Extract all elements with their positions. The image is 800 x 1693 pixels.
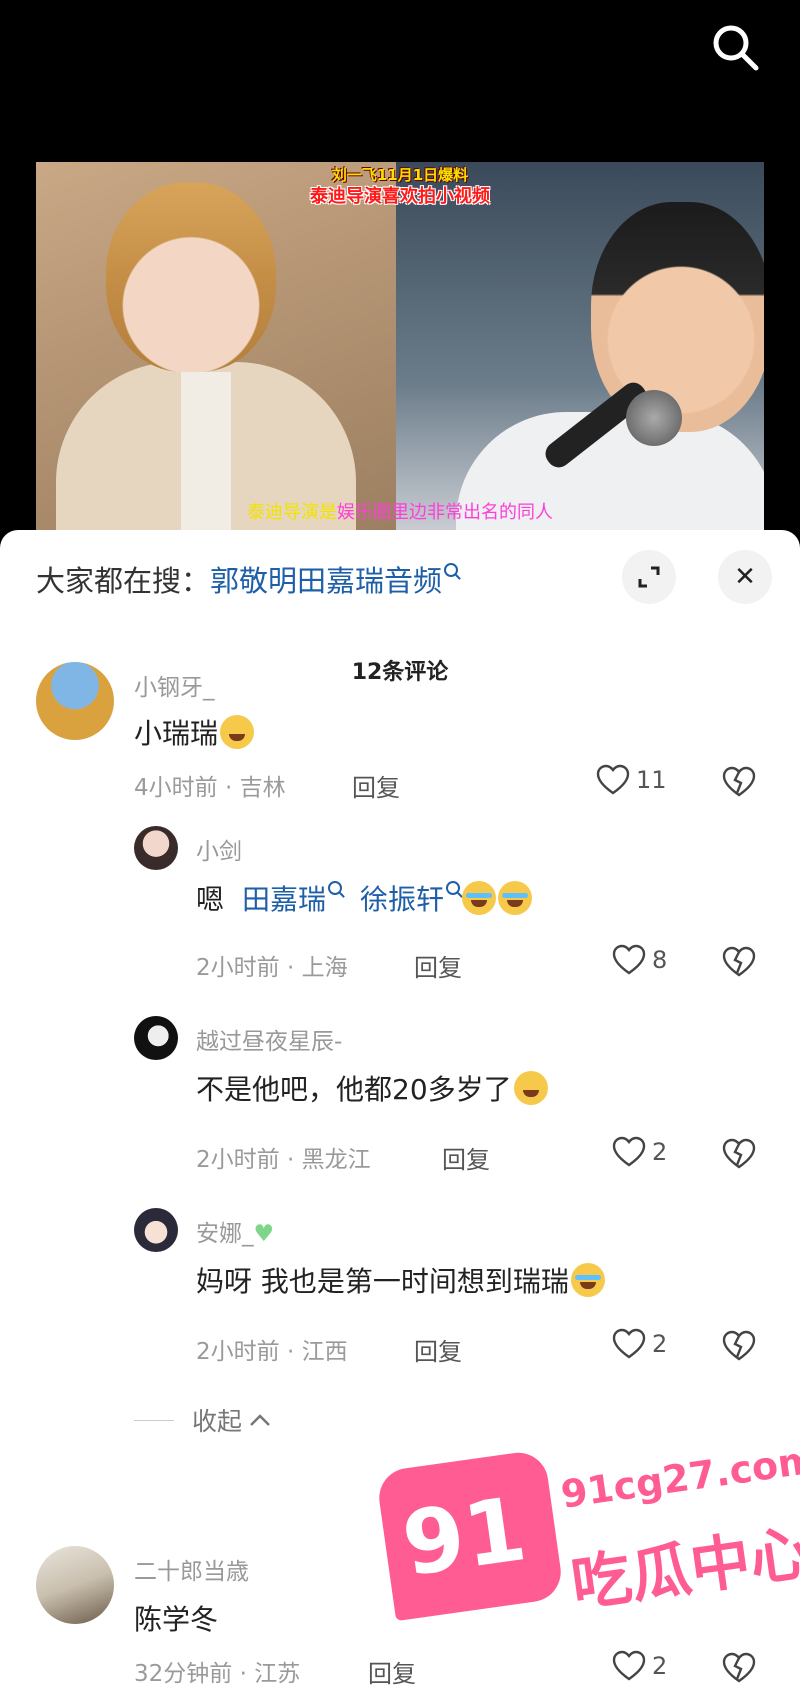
comment-username[interactable]: 小钢牙_ <box>134 668 215 702</box>
comment-meta: 2小时前 · 江西 <box>196 1339 348 1365</box>
avatar[interactable] <box>134 1208 178 1252</box>
like-count: 8 <box>652 946 668 974</box>
video-player[interactable]: 刘一飞11月1日爆料 泰迪导演喜欢拍小视频 泰迪导演是娱乐圈里边非常出名的同人 <box>36 162 764 530</box>
heart-icon <box>596 764 630 795</box>
video-right-person <box>396 162 764 530</box>
dislike-button[interactable] <box>722 766 756 802</box>
watermark-number: 91 <box>396 1476 533 1597</box>
dislike-button[interactable] <box>722 1330 756 1366</box>
broken-heart-icon <box>722 766 756 797</box>
like-button[interactable]: 2 <box>612 1136 667 1168</box>
divider <box>134 1419 174 1421</box>
expand-button[interactable] <box>622 550 676 604</box>
close-button[interactable]: ✕ <box>718 550 772 604</box>
broken-heart-icon <box>722 1330 756 1361</box>
mention-link[interactable]: 徐振轩 <box>360 883 444 916</box>
search-small-icon <box>328 881 343 895</box>
heart-icon <box>612 1328 646 1359</box>
watermark-logo: 91 91cg27.com 吃瓜中心 <box>375 1400 800 1680</box>
video-left-person <box>36 162 396 530</box>
comment-username[interactable]: 越过昼夜星辰- <box>196 1022 342 1056</box>
avatar[interactable] <box>36 662 114 740</box>
mention-link[interactable]: 田嘉瑞 <box>242 883 326 916</box>
avatar[interactable] <box>134 1016 178 1060</box>
search-icon[interactable] <box>710 22 762 74</box>
video-caption-title: 泰迪导演喜欢拍小视频 <box>310 186 490 207</box>
search-small-icon <box>444 563 459 577</box>
reply-button[interactable]: 回复 <box>352 768 400 803</box>
like-count: 11 <box>636 766 667 794</box>
trending-search-label: 大家都在搜： <box>36 564 211 598</box>
watermark-url: 91cg27.com <box>558 1437 800 1517</box>
chevron-up-icon <box>250 1414 270 1426</box>
comment-count: 12条评论 <box>351 660 449 685</box>
reply-button[interactable]: 回复 <box>414 1332 462 1367</box>
green-heart-icon: ♥ <box>253 1221 275 1247</box>
heart-icon <box>612 1136 646 1167</box>
reply-button[interactable]: 回复 <box>414 948 462 983</box>
reply-button[interactable]: 回复 <box>442 1140 490 1175</box>
video-subtitle: 泰迪导演是娱乐圈里边非常出名的同人 <box>247 502 553 523</box>
watermark-name: 吃瓜中心 <box>567 1517 800 1621</box>
like-button[interactable]: 2 <box>612 1328 667 1360</box>
top-bar <box>0 0 800 160</box>
comment-text: 嗯田嘉瑞 徐振轩 <box>196 878 533 918</box>
trending-search-keyword[interactable]: 郭敬明田嘉瑞音频 <box>210 564 442 598</box>
comment-username[interactable]: 二十郎当歳 <box>134 1552 249 1586</box>
comment-text: 小瑞瑞 <box>134 712 255 752</box>
comment-meta: 4小时前 · 吉林 <box>134 775 286 801</box>
broken-heart-icon <box>722 1138 756 1169</box>
broken-heart-icon <box>722 946 756 977</box>
close-icon: ✕ <box>734 562 756 592</box>
comment-meta: 2小时前 · 黑龙江 <box>196 1147 371 1173</box>
crying-laughing-emoji-icon <box>498 881 533 915</box>
surprised-emoji-icon <box>513 1071 548 1105</box>
comment-meta: 32分钟前 · 江苏 <box>134 1661 301 1687</box>
collapse-replies-button[interactable]: 收起 <box>134 1402 272 1438</box>
crying-laughing-emoji-icon <box>462 881 497 915</box>
laughing-emoji-icon <box>220 715 255 749</box>
comment-text: 妈呀 我也是第一时间想到瑞瑞 <box>196 1260 605 1300</box>
search-small-icon <box>446 881 461 895</box>
like-button[interactable]: 8 <box>612 944 667 976</box>
crying-emoji-icon <box>570 1263 605 1297</box>
trending-search[interactable]: 大家都在搜：郭敬明田嘉瑞音频 <box>36 558 459 600</box>
like-count: 2 <box>652 1330 668 1358</box>
comment-meta: 2小时前 · 上海 <box>196 955 348 981</box>
avatar[interactable] <box>36 1546 114 1624</box>
dislike-button[interactable] <box>722 946 756 982</box>
comment-username[interactable]: 小剑 <box>196 832 242 866</box>
comment-text: 不是他吧，他都20多岁了 <box>196 1068 548 1108</box>
expand-icon <box>638 566 660 588</box>
like-button[interactable]: 11 <box>596 764 667 796</box>
avatar[interactable] <box>134 826 178 870</box>
comment-username[interactable]: 安娜_♥ <box>196 1214 274 1248</box>
like-count: 2 <box>652 1138 668 1166</box>
comment-text: 陈学冬 <box>134 1603 219 1636</box>
heart-icon <box>612 944 646 975</box>
dislike-button[interactable] <box>722 1138 756 1174</box>
